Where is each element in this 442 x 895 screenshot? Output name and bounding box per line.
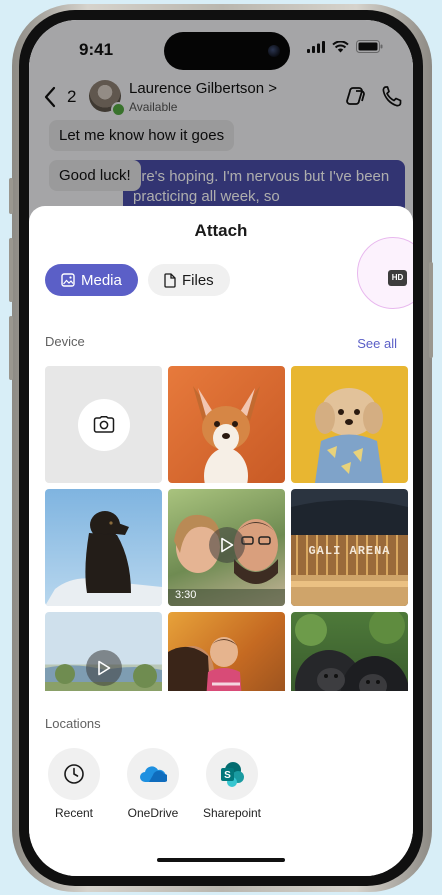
see-all-link[interactable]: See all [357, 336, 397, 351]
corgi-image [193, 386, 260, 483]
volume-down-button [9, 316, 13, 380]
location-sharepoint-button[interactable]: S [206, 748, 258, 800]
mother-baby-image [168, 637, 242, 691]
location-onedrive-label: OneDrive [127, 806, 179, 820]
phone-screen: 9:41 2 Laurence Gilbertson > Available e… [29, 20, 413, 876]
play-button[interactable] [86, 650, 122, 686]
tab-files-label: Files [182, 271, 214, 289]
volume-up-button [9, 238, 13, 302]
play-button[interactable] [209, 527, 245, 563]
location-onedrive[interactable]: OneDrive [113, 748, 193, 820]
attach-sheet: Attach Media Files HD Device See all 3:3… [29, 206, 413, 876]
sharepoint-icon: S [221, 762, 244, 787]
onedrive-icon [140, 766, 167, 782]
media-thumbnail[interactable] [45, 612, 162, 691]
media-grid: 3:30 GALI ARENA [45, 366, 409, 691]
tab-media-label: Media [81, 271, 122, 289]
location-recent-button[interactable] [48, 748, 100, 800]
video-duration: 3:30 [175, 589, 197, 601]
camera-button[interactable] [78, 399, 130, 451]
home-indicator[interactable] [157, 858, 285, 862]
poodle-image [315, 388, 383, 483]
play-icon [98, 660, 111, 676]
media-thumbnail[interactable] [291, 612, 408, 691]
action-button [9, 178, 13, 214]
camera-tile[interactable] [45, 366, 162, 483]
gorillas-image [295, 612, 408, 691]
tab-media[interactable]: Media [45, 264, 138, 296]
location-recent-label: Recent [54, 806, 94, 820]
power-button [429, 262, 433, 358]
media-thumbnail[interactable]: GALI ARENA [291, 489, 408, 606]
hd-toggle[interactable]: HD [388, 270, 407, 286]
svg-text:S: S [224, 770, 231, 781]
media-thumbnail[interactable] [168, 612, 285, 691]
location-onedrive-button[interactable] [127, 748, 179, 800]
sheet-title: Attach [194, 221, 248, 240]
media-thumbnail[interactable] [45, 489, 162, 606]
location-recent[interactable]: Recent [34, 748, 114, 820]
image-icon [61, 273, 75, 287]
dynamic-island [164, 32, 290, 70]
device-section-label: Device [45, 334, 85, 349]
media-thumbnail[interactable] [291, 366, 408, 483]
camera-lens [268, 45, 280, 57]
camera-icon [93, 416, 115, 433]
file-icon [164, 272, 176, 288]
arena-caption: GALI ARENA [308, 544, 391, 558]
media-thumbnail[interactable]: 3:30 [168, 489, 285, 606]
locations-section-label: Locations [45, 716, 101, 731]
play-icon [221, 537, 234, 553]
location-sharepoint-label: Sharepoint [202, 806, 262, 820]
location-sharepoint[interactable]: S Sharepoint [192, 748, 272, 820]
labrador-image [45, 511, 162, 606]
tab-files[interactable]: Files [148, 264, 230, 296]
media-thumbnail[interactable] [168, 366, 285, 483]
clock-icon [64, 764, 84, 784]
